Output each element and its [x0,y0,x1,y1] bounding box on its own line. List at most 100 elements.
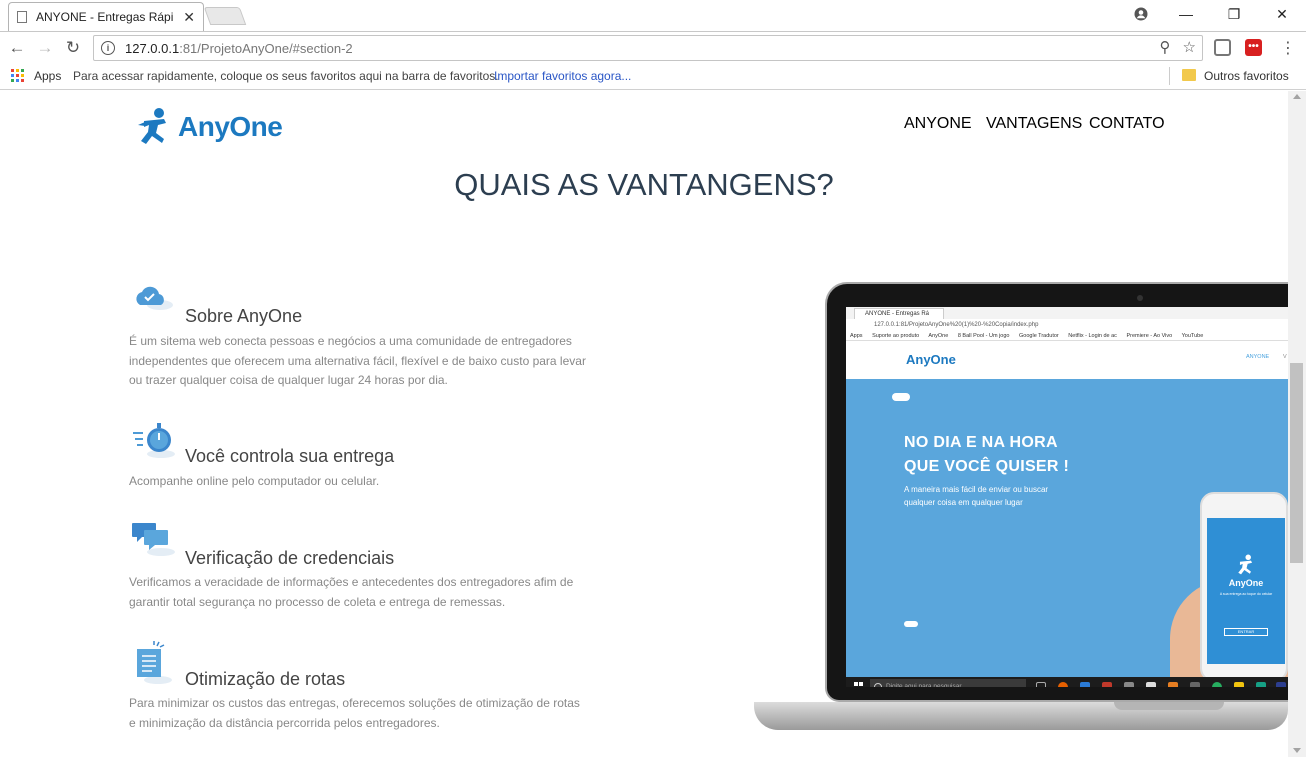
tab-close-icon[interactable]: ✕ [183,9,195,26]
minimize-icon[interactable]: — [1162,0,1210,28]
nav-vantagens[interactable]: VANTAGENS [986,115,1082,133]
mockup-hero-title: NO DIA E NA HORA QUE VOCÊ QUISER ! [904,431,1069,479]
maximize-icon[interactable]: ❐ [1210,0,1258,28]
browser-titlebar: ANYONE - Entregas Rápi ✕ — ❐ ✕ [0,0,1306,31]
nav-contato[interactable]: CONTATO [1089,115,1165,133]
mockup-nav-active: ANYONE [1246,354,1270,360]
scroll-thumb[interactable] [1290,363,1303,563]
phone-screen: AnyOne A sua entrega ao toque do celular… [1207,518,1285,664]
new-tab-button[interactable] [203,7,247,25]
mockup-bookmark: Suporte ao produto [872,333,920,339]
runner-logo-icon [1238,554,1253,575]
mockup-nav-next: V [1283,354,1287,360]
mockup-tabbar: ANYONE - Entregas Rá [846,307,1288,319]
cloud-icon [892,393,910,401]
app-icon [1256,682,1266,687]
folder-icon [1234,682,1244,687]
mockup-tab: ANYONE - Entregas Rá [854,308,944,319]
runner-logo-icon [138,108,166,144]
mockup-logo: AnyOne [906,352,956,367]
url-path: :81/ProjetoAnyOne/#section-2 [179,40,353,56]
app-icon [1080,682,1090,687]
browser-menu-icon[interactable]: ⋮ [1280,38,1296,58]
address-bar[interactable]: i 127.0.0.1:81/ProjetoAnyOne/#section-2 … [93,35,1203,61]
phone-enter-button: ENTRAR [1224,628,1268,636]
site-info-icon[interactable]: i [101,41,115,55]
extension-lastpass-icon[interactable]: ••• [1245,39,1262,56]
browser-toolbar: ← → ↻ i 127.0.0.1:81/ProjetoAnyOne/#sect… [0,31,1306,64]
mockup-bookmark: Apps [850,333,863,339]
url-host: 127.0.0.1 [125,40,180,56]
feature-description: Acompanhe online pelo computador ou celu… [129,474,380,488]
extension-icon[interactable] [1214,39,1231,56]
mockup-hero-line: QUE VOCÊ QUISER ! [904,458,1070,475]
feature-description: Verificamos a veracidade de informações … [129,575,574,609]
cloud-check-icon [136,286,173,310]
task-view-icon [1036,682,1046,687]
mockup-taskbar: Digite aqui para pesquisar [846,677,1288,687]
bookmarks-divider [1169,67,1170,85]
mockup-bookmark: Premiere - Ao Vivo [1126,333,1173,339]
profile-icon[interactable] [1120,0,1162,28]
mockup-bookmark: 8 Ball Pool - Um jogo [957,333,1010,339]
site-logo[interactable]: AnyOne [136,107,283,147]
scroll-up-icon[interactable] [1293,94,1301,99]
feature-title: Sobre AnyOne [185,306,303,326]
stopwatch-icon [133,423,175,458]
reload-icon[interactable]: ↻ [62,38,84,58]
mockup-url: 127.0.0.1:81/ProjetoAnyOne%20(1)%20-%20C… [846,319,1288,331]
chrome-icon [1212,682,1222,687]
document-list-icon [137,641,172,684]
phone-tagline: A sua entrega ao toque do celular [1219,592,1273,596]
forward-icon[interactable]: → [34,38,56,58]
nav-anyone[interactable]: ANYONE [904,115,972,133]
back-icon[interactable]: ← [6,38,28,58]
browser-tab[interactable]: ANYONE - Entregas Rápi ✕ [8,2,204,31]
other-bookmarks-link[interactable]: Outros favoritos [1204,69,1289,83]
phone-illustration: AnyOne A sua entrega ao toque do celular… [1200,492,1288,682]
bookmarks-bar: Apps Para acessar rapidamente, coloque o… [0,64,1306,90]
phone-logo: AnyOne [1228,578,1264,588]
mockup-bookmark: AnyOne [928,333,949,339]
calculator-icon [1146,682,1156,687]
mockup-bookmark: Netflix - Login de ac [1068,333,1117,339]
bookmarks-hint: Para acessar rapidamente, coloque os seu… [73,69,499,83]
zoom-icon[interactable]: ⚲ [1160,38,1171,56]
scroll-down-icon[interactable] [1293,748,1301,753]
page-icon [17,11,27,23]
mockup-header: AnyOne ANYONE V [846,341,1288,379]
apps-grid-icon[interactable] [11,69,24,82]
section-title: QUAIS AS VANTANGENS? [454,167,834,202]
photoshop-icon [1276,682,1286,687]
folder-icon [1182,69,1196,81]
page-scrollbar[interactable] [1288,91,1306,757]
feature-description: É um sitema web conecta pessoas e negóci… [129,334,586,387]
close-window-icon[interactable]: ✕ [1258,0,1306,28]
mockup-bookmark: YouTube [1181,333,1204,339]
mockup-bookmark: Google Tradutor [1019,333,1059,339]
tab-title: ANYONE - Entregas Rápi [36,10,174,24]
window-controls: — ❐ ✕ [1120,0,1306,28]
bookmark-star-icon[interactable]: ☆ [1183,38,1196,56]
laptop-screen: ANYONE - Entregas Rá 127.0.0.1:81/Projet… [846,307,1288,687]
cloud-icon [904,621,918,627]
vlc-icon [1168,682,1178,687]
logo-text: AnyOne [178,111,283,142]
laptop-notch [1114,702,1224,710]
chat-bubbles-icon [132,523,175,556]
laptop-camera [1137,295,1143,301]
import-bookmarks-link[interactable]: Importar favoritos agora... [494,69,631,83]
windows-start-icon [854,682,863,687]
mockup-taskbar-search: Digite aqui para pesquisar [870,679,1026,687]
app-icon [1190,682,1200,687]
apps-link[interactable]: Apps [34,69,61,83]
mockup-hero: NO DIA E NA HORA QUE VOCÊ QUISER ! A man… [846,379,1288,687]
app-icon [1124,682,1134,687]
feature-title: Otimização de rotas [185,669,346,689]
feature-title: Você controla sua entrega [185,446,395,466]
app-icon [1102,682,1112,687]
mockup-bookmarks: Apps Suporte ao produto AnyOne 8 Ball Po… [846,331,1288,341]
feature-description: Para minimizar os custos das entregas, o… [129,696,580,730]
mockup-hero-subtitle: A maneira mais fácil de enviar ou buscar… [904,485,1049,507]
firefox-icon [1058,682,1068,687]
